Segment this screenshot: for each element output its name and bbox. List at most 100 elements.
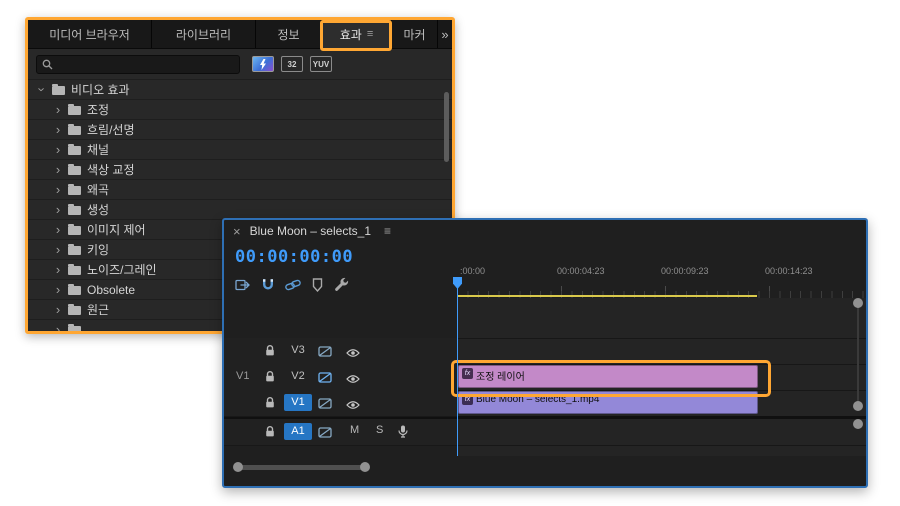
playhead[interactable] xyxy=(453,277,462,456)
chevron-right-icon[interactable]: › xyxy=(54,163,62,176)
accelerated-effects-filter-button[interactable] xyxy=(252,56,274,72)
lock-icon xyxy=(266,371,274,382)
track-name-v2[interactable]: V2 xyxy=(284,368,312,385)
fx-badge: fx xyxy=(462,394,473,405)
folder-icon xyxy=(68,143,81,155)
tab-label: 마커 xyxy=(403,27,426,42)
tab-overflow-chevron-icon[interactable]: » xyxy=(438,20,452,48)
timeline-settings-button[interactable] xyxy=(333,277,349,293)
clip-adjustment-layer[interactable]: fx 조정 레이어 xyxy=(458,365,758,388)
tree-item[interactable]: › 생성 xyxy=(28,200,452,220)
sync-lock-button[interactable] xyxy=(318,397,332,412)
folder-icon xyxy=(68,323,81,331)
folder-icon xyxy=(68,223,81,235)
lock-track-button[interactable] xyxy=(264,344,276,360)
tree-item[interactable]: › 채널 xyxy=(28,140,452,160)
chevron-right-icon[interactable]: › xyxy=(54,143,62,156)
zoom-handle-right[interactable] xyxy=(360,462,370,472)
fx-badge: fx xyxy=(462,368,473,379)
folder-icon xyxy=(68,123,81,135)
chevron-right-icon[interactable]: › xyxy=(54,183,62,196)
solo-track-button[interactable]: S xyxy=(376,424,383,436)
sequence-title: Blue Moon – selects_1 xyxy=(249,224,371,238)
tree-item-label: 키잉 xyxy=(87,243,110,257)
search-box[interactable] xyxy=(36,54,240,74)
tree-item[interactable]: › 조정 xyxy=(28,100,452,120)
panel-tab-bar: 미디어 브라우저 라이브러리 정보 효과 ≡ 마커 » xyxy=(28,20,452,51)
clip-blue-moon-video[interactable]: fx Blue Moon – selects_1.mp4 xyxy=(458,391,758,414)
horizontal-zoom-scrollbar[interactable] xyxy=(224,460,852,474)
tab-label: 정보 xyxy=(277,27,300,42)
chevron-right-icon[interactable]: › xyxy=(54,123,62,136)
folder-icon xyxy=(68,283,81,295)
toggle-track-output-button[interactable] xyxy=(346,346,360,361)
lock-track-button[interactable] xyxy=(264,425,276,441)
magnet-icon xyxy=(263,278,273,289)
32bit-filter-button[interactable]: 32 xyxy=(281,56,303,72)
snap-button[interactable] xyxy=(261,278,275,293)
lane-separator xyxy=(458,445,866,446)
toggle-track-output-button[interactable] xyxy=(346,372,360,387)
chevron-right-icon[interactable]: › xyxy=(54,263,62,276)
chevron-down-icon[interactable]: › xyxy=(35,86,50,94)
tree-item-video-effects[interactable]: › 비디오 효과 xyxy=(28,80,452,100)
effects-search-input[interactable] xyxy=(57,58,234,70)
vscroll-track xyxy=(857,306,859,410)
zoom-handle-left[interactable] xyxy=(233,462,243,472)
vertical-scrollbar[interactable] xyxy=(852,298,864,456)
playhead-timecode[interactable]: 00:00:00:00 xyxy=(235,247,353,267)
track-name-v3[interactable]: V3 xyxy=(284,342,312,359)
tab-info[interactable]: 정보 xyxy=(256,20,322,48)
source-patch-label[interactable]: V1 xyxy=(236,370,249,382)
chevron-right-icon[interactable]: › xyxy=(54,203,62,216)
lock-icon xyxy=(266,345,274,356)
timeline-menu-icon[interactable]: ≡ xyxy=(384,224,391,238)
tree-item-label: 노이즈/그레인 xyxy=(87,263,157,277)
folder-icon xyxy=(68,243,81,255)
track-name-a1[interactable]: A1 xyxy=(284,423,312,440)
chevron-right-icon[interactable]: › xyxy=(54,283,62,296)
vscroll-handle-top[interactable] xyxy=(853,298,863,308)
tab-effects[interactable]: 효과 ≡ xyxy=(322,20,392,48)
tab-markers[interactable]: 마커 xyxy=(392,20,438,48)
chevron-right-icon[interactable]: › xyxy=(54,243,62,256)
sync-lock-button[interactable] xyxy=(318,426,332,441)
track-header-v2: V1 V2 xyxy=(224,364,457,391)
track-name-v1[interactable]: V1 xyxy=(284,394,312,411)
close-panel-icon[interactable]: × xyxy=(233,224,241,239)
folder-icon xyxy=(68,103,81,115)
tree-item[interactable]: › 색상 교정 xyxy=(28,160,452,180)
timeline-title-bar: × Blue Moon – selects_1 ≡ xyxy=(224,220,866,242)
tree-item-label: Obsolete xyxy=(87,282,136,297)
lock-track-button[interactable] xyxy=(264,396,276,412)
tab-media-browser[interactable]: 미디어 브라우저 xyxy=(28,20,152,48)
tree-item[interactable]: › 흐림/선명 xyxy=(28,120,452,140)
toggle-track-output-button[interactable] xyxy=(346,398,360,413)
tab-libraries[interactable]: 라이브러리 xyxy=(152,20,256,48)
voiceover-record-button[interactable] xyxy=(398,425,408,441)
chevron-right-icon[interactable]: › xyxy=(54,323,62,331)
time-ruler[interactable]: :00:00 00:00:04:23 00:00:09:23 00:00:14:… xyxy=(457,264,864,298)
vscroll-handle-middle[interactable] xyxy=(853,401,863,411)
search-icon xyxy=(42,59,53,69)
tree-item[interactable]: › 왜곡 xyxy=(28,180,452,200)
microphone-icon xyxy=(398,425,408,438)
sync-lock-button[interactable] xyxy=(318,371,332,386)
nest-sequences-button[interactable] xyxy=(235,278,251,292)
chevron-right-icon[interactable]: › xyxy=(54,223,62,236)
chevron-right-icon[interactable]: › xyxy=(54,103,62,116)
ruler-label: 00:00:14:23 xyxy=(765,266,813,276)
yuv-filter-button[interactable]: YUV xyxy=(310,56,332,72)
lock-track-button[interactable] xyxy=(264,370,276,386)
linked-selection-button[interactable] xyxy=(285,278,302,292)
panel-menu-icon[interactable]: ≡ xyxy=(367,28,373,40)
sync-lock-button[interactable] xyxy=(318,345,332,360)
mute-track-button[interactable]: M xyxy=(350,424,359,436)
vscroll-handle-bottom[interactable] xyxy=(853,419,863,429)
tree-item-label: 이미지 제어 xyxy=(87,223,146,237)
effects-scrollbar[interactable] xyxy=(444,92,449,162)
add-marker-button[interactable] xyxy=(312,278,323,292)
chevron-right-icon[interactable]: › xyxy=(54,303,62,316)
scrollbar-track[interactable] xyxy=(238,465,364,470)
clip-label: 조정 레이어 xyxy=(476,372,525,383)
